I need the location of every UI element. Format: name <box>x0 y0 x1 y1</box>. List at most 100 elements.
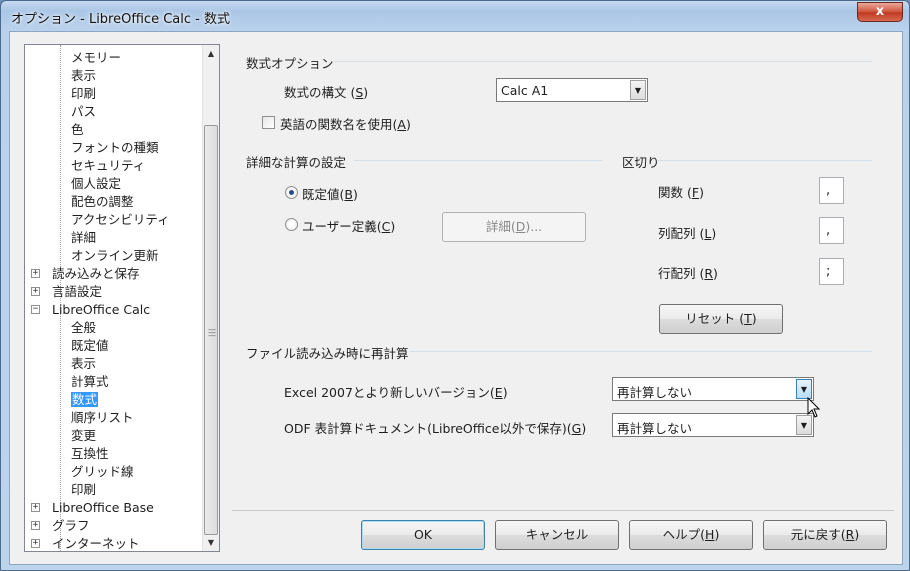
separators-title: 区切り <box>622 155 660 170</box>
tree-item[interactable]: アクセシビリティ <box>71 211 170 229</box>
tree-item[interactable]: グリッド線 <box>71 463 134 481</box>
tree-item-label: オンライン更新 <box>71 248 159 263</box>
tree-item-label: 既定値 <box>71 338 109 353</box>
tree-item-label: 数式 <box>71 392 99 407</box>
expand-icon[interactable]: + <box>31 521 40 530</box>
tree-item-label: 配色の調整 <box>71 194 134 209</box>
expand-icon[interactable]: + <box>31 503 40 512</box>
expand-icon[interactable]: + <box>31 539 40 548</box>
excel-recalc-select[interactable]: 再計算しない ▼ <box>612 377 814 401</box>
tree-item-label: 個人設定 <box>71 176 122 191</box>
tree-item[interactable]: 印刷 <box>71 85 96 103</box>
tree-item-label: 全般 <box>71 320 97 335</box>
tree-item-label: 詳細 <box>71 230 97 245</box>
tree-item-label: アクセシビリティ <box>71 212 170 227</box>
tree-item[interactable]: フォントの種類 <box>71 139 159 157</box>
tree-item-label: メモリー <box>71 50 122 65</box>
divider <box>334 61 872 62</box>
array-col-label: 列配列 (L) <box>658 226 717 241</box>
custom-radio-label: ユーザー定義(C) <box>302 219 396 234</box>
tree-item-label: 計算式 <box>71 374 109 389</box>
chevron-down-icon[interactable]: ▼ <box>796 379 812 399</box>
options-dialog: オプション - LibreOffice Calc - 数式 x メモリー 表示 印刷… <box>0 0 910 571</box>
tree-scrollbar[interactable]: ▲ — — — ▼ <box>202 45 219 551</box>
details-button[interactable]: 詳細(D)... <box>442 212 586 242</box>
bottom-divider <box>232 510 894 511</box>
tree-item[interactable]: パス <box>71 103 96 121</box>
tree-item[interactable]: 印刷 <box>71 481 96 499</box>
close-button[interactable]: x <box>857 2 903 22</box>
expand-icon[interactable]: + <box>31 269 40 278</box>
array-col-input[interactable]: , <box>819 217 844 244</box>
tree-item[interactable]: + 読み込みと保存 <box>31 265 140 283</box>
tree-item-label: LibreOffice Base <box>52 500 154 515</box>
chevron-down-icon[interactable]: ▼ <box>630 80 646 100</box>
tree-item-label: 互換性 <box>71 446 109 461</box>
tree-item[interactable]: 個人設定 <box>71 175 121 193</box>
tree-item[interactable]: 順序リスト <box>71 409 134 427</box>
tree-item[interactable]: 計算式 <box>71 373 109 391</box>
tree-item[interactable]: 既定値 <box>71 337 109 355</box>
tree-item[interactable]: + グラフ <box>31 517 90 535</box>
tree-item[interactable]: セキュリティ <box>71 157 145 175</box>
expand-icon[interactable]: + <box>31 287 40 296</box>
tree-item-label: グリッド線 <box>71 464 134 479</box>
tree-item[interactable]: 色 <box>71 121 84 139</box>
tree-item[interactable]: 表示 <box>71 67 96 85</box>
tree-item-label: 印刷 <box>71 86 97 101</box>
tree-item-label: LibreOffice Calc <box>52 302 151 317</box>
tree-item-label: セキュリティ <box>71 158 146 173</box>
collapse-icon[interactable]: − <box>31 305 40 314</box>
tree-item[interactable]: オンライン更新 <box>71 247 159 265</box>
tree-item[interactable]: 数式 <box>71 391 99 409</box>
syntax-label: 数式の構文 (S) <box>284 85 369 100</box>
tree-item-label: 印刷 <box>71 482 97 497</box>
options-tree[interactable]: メモリー 表示 印刷 パス色フォントの種類 セキュリティ 個人設定 配色の調整 アクセシビリテ… <box>24 44 220 552</box>
title-bar[interactable]: オプション - LibreOffice Calc - 数式 x <box>1 1 909 31</box>
tree-item[interactable]: 詳細 <box>71 229 96 247</box>
recalc-title: ファイル読み込み時に再計算 <box>246 346 409 361</box>
tree-item[interactable]: 変更 <box>71 427 96 445</box>
scroll-up-arrow-icon[interactable]: ▲ <box>203 45 219 62</box>
cancel-button[interactable]: キャンセル <box>495 520 619 550</box>
tree-item[interactable]: + LibreOffice Base <box>31 499 154 517</box>
tree-item-label: 色 <box>71 122 84 137</box>
mouse-cursor-icon <box>807 397 821 418</box>
tree-item[interactable]: + インターネット <box>31 535 140 551</box>
english-names-label: 英語の関数名を使用(A) <box>280 117 411 132</box>
syntax-select[interactable]: Calc A1 ▼ <box>496 78 648 102</box>
tree-item[interactable]: 表示 <box>71 355 96 373</box>
tree-item-label: パス <box>71 104 97 119</box>
english-names-checkbox[interactable] <box>262 116 275 129</box>
ok-button[interactable]: OK <box>361 520 485 550</box>
odf-recalc-label: ODF 表計算ドキュメント(LibreOffice以外で保存)(G) <box>284 421 587 436</box>
divider <box>410 351 872 352</box>
help-button[interactable]: ヘルプ(H) <box>629 520 753 550</box>
tree-item[interactable]: メモリー <box>71 49 121 67</box>
default-radio[interactable] <box>285 186 298 199</box>
tree-item-label: インターネット <box>52 536 140 551</box>
divider <box>658 160 872 161</box>
reset-separators-button[interactable]: リセット (T) <box>659 304 783 334</box>
function-sep-input[interactable]: , <box>819 177 844 204</box>
scroll-down-arrow-icon[interactable]: ▼ <box>203 534 219 551</box>
tree-item-label: 読み込みと保存 <box>52 266 140 281</box>
revert-button[interactable]: 元に戻す(R) <box>763 520 887 550</box>
grip-icon: — — — <box>208 325 216 340</box>
scroll-thumb[interactable]: — — — <box>204 125 218 535</box>
tree-item-label: 変更 <box>71 428 97 443</box>
dialog-client: メモリー 表示 印刷 パス色フォントの種類 セキュリティ 個人設定 配色の調整 アクセシビリテ… <box>9 31 903 565</box>
default-radio-label: 既定値(B) <box>302 187 358 202</box>
tree-item-label: 順序リスト <box>71 410 134 425</box>
tree-item[interactable]: 互換性 <box>71 445 109 463</box>
odf-recalc-select[interactable]: 再計算しない ▼ <box>612 413 814 437</box>
formula-options-title: 数式オプション <box>246 56 334 71</box>
tree-item[interactable]: 配色の調整 <box>71 193 134 211</box>
custom-radio[interactable] <box>285 218 298 231</box>
tree-item[interactable]: 全般 <box>71 319 96 337</box>
tree-item[interactable]: − LibreOffice Calc <box>31 301 151 319</box>
close-icon: x <box>875 4 885 19</box>
array-row-input[interactable]: ; <box>819 258 844 285</box>
tree-item-label: グラフ <box>52 518 90 533</box>
tree-item[interactable]: + 言語設定 <box>31 283 102 301</box>
